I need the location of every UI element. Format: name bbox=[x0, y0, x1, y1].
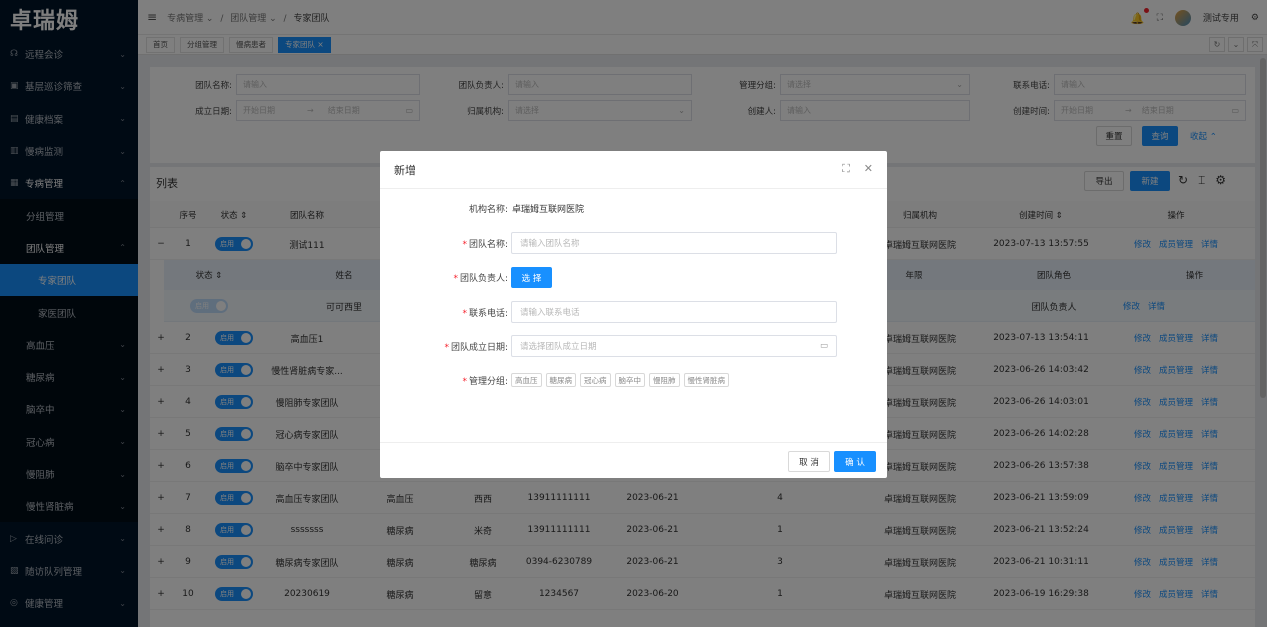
team-name-input[interactable]: 请输入团队名称 bbox=[511, 232, 837, 254]
org-name-value: 卓瑞姆互联网医院 bbox=[512, 205, 585, 215]
modal-footer: 取 消 确 认 bbox=[380, 442, 887, 478]
team-name-label-text: 团队名称: bbox=[468, 239, 508, 250]
group-option[interactable]: 慢性肾脏病 bbox=[683, 373, 729, 387]
group-option[interactable]: 高血压 bbox=[511, 373, 542, 387]
phone-label-text: 联系电话: bbox=[468, 308, 508, 319]
team-name-label: * 团队名称: bbox=[462, 239, 508, 250]
group-checkbox-list: 高血压 糖尿病 冠心病 脑卒中 慢阻肺 慢性肾脏病 bbox=[511, 373, 733, 387]
group-option[interactable]: 冠心病 bbox=[580, 373, 611, 387]
found-date-picker[interactable]: 请选择团队成立日期 ▭ bbox=[511, 335, 837, 357]
phone-label: * 联系电话: bbox=[462, 308, 508, 319]
phone-input[interactable]: 请输入联系电话 bbox=[511, 301, 837, 323]
org-name-label: 机构名称: bbox=[468, 205, 508, 215]
group-option[interactable]: 脑卒中 bbox=[614, 373, 645, 387]
found-date-label: * 团队成立日期: bbox=[444, 342, 508, 353]
modal-title: 新增 bbox=[394, 163, 416, 177]
cancel-button[interactable]: 取 消 bbox=[788, 451, 830, 472]
calendar-icon: ▭ bbox=[819, 341, 828, 351]
found-date-placeholder: 请选择团队成立日期 bbox=[520, 342, 597, 352]
group-label-text: 管理分组: bbox=[468, 376, 508, 387]
fullscreen-icon[interactable]: ⛶ bbox=[842, 162, 850, 176]
group-option[interactable]: 慢阻肺 bbox=[649, 373, 680, 387]
team-leader-label-text: 团队负责人: bbox=[459, 274, 508, 284]
found-date-label-text: 团队成立日期: bbox=[450, 342, 508, 353]
close-icon[interactable]: ✕ bbox=[864, 162, 873, 176]
group-option[interactable]: 糖尿病 bbox=[545, 373, 576, 387]
team-leader-label: * 团队负责人: bbox=[453, 274, 508, 284]
confirm-button[interactable]: 确 认 bbox=[834, 451, 876, 472]
select-leader-button[interactable]: 选 择 bbox=[511, 267, 552, 288]
create-team-modal: 新增 ⛶ ✕ 机构名称: 卓瑞姆互联网医院 * 团队名称: 请输入团队名称 * 团队… bbox=[380, 151, 887, 478]
group-label: * 管理分组: bbox=[462, 376, 508, 387]
